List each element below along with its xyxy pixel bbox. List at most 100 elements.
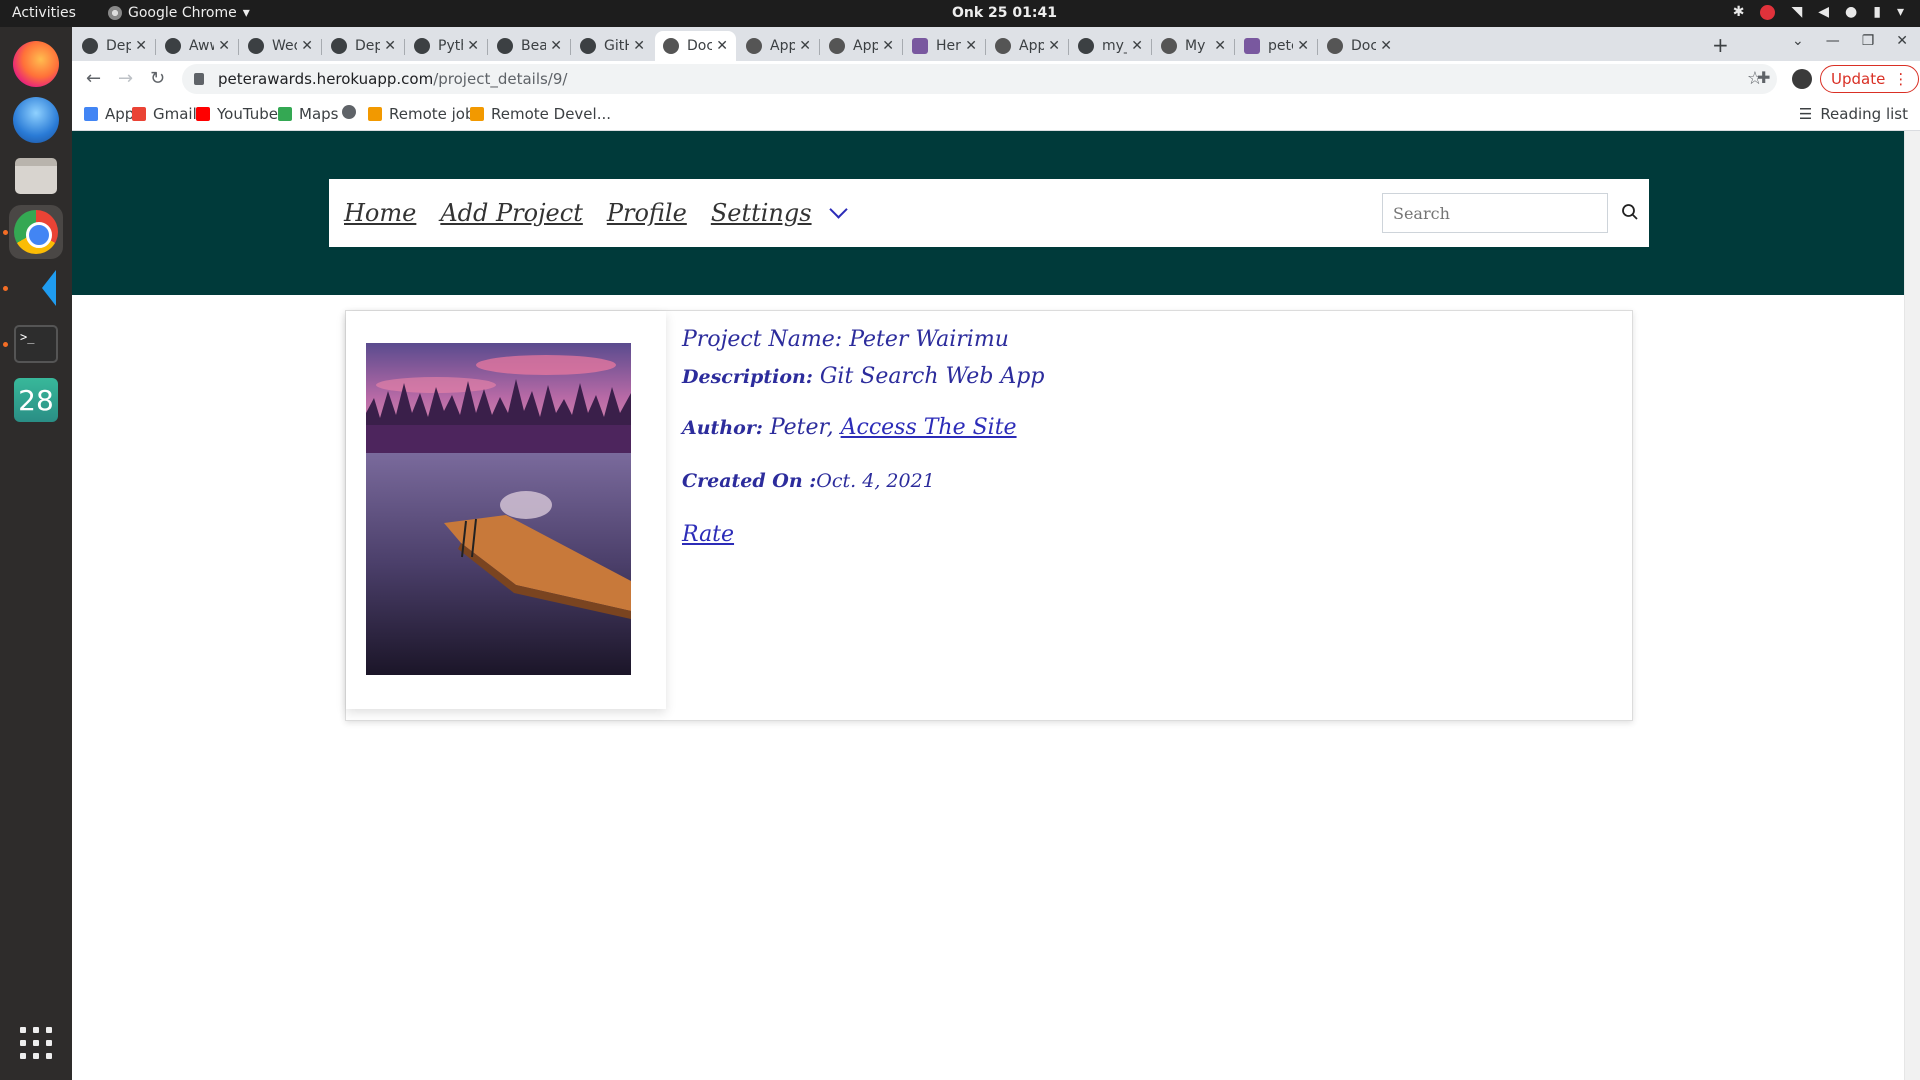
close-tab-icon[interactable]: ✕ (1131, 38, 1143, 54)
close-tab-icon[interactable]: ✕ (301, 38, 313, 54)
dock-vscode[interactable] (9, 261, 63, 315)
browser-tab[interactable]: Awwa✕ (157, 31, 238, 61)
forward-arrow-icon[interactable]: → (118, 68, 133, 89)
clock[interactable]: Onk 25 01:41 (952, 5, 1057, 21)
close-tab-icon[interactable]: ✕ (1048, 38, 1060, 54)
close-window-button[interactable]: ✕ (1896, 33, 1908, 49)
browser-tab[interactable]: Appli✕ (821, 31, 902, 61)
rate-link[interactable]: Rate (682, 522, 734, 547)
slack-icon[interactable]: ✱ (1733, 4, 1745, 20)
browser-tab[interactable]: Docu✕ (1319, 31, 1400, 61)
battery-icon[interactable]: ▮ (1873, 4, 1881, 20)
close-tab-icon[interactable]: ✕ (467, 38, 479, 54)
browser-tab[interactable]: GitHu✕ (572, 31, 653, 61)
bookmark-label: Maps (299, 105, 339, 123)
avatar[interactable] (1792, 69, 1812, 89)
browser-tab[interactable]: Beaut✕ (489, 31, 570, 61)
nav-profile-link[interactable]: Profile (607, 199, 687, 227)
project-name: Project Name: Peter Wairimu (682, 327, 1044, 352)
power-menu-icon[interactable]: ▾ (1897, 4, 1904, 20)
show-applications-button[interactable] (20, 1027, 52, 1059)
close-tab-icon[interactable]: ✕ (965, 38, 977, 54)
extensions-puzzle-icon[interactable]: ✚ (1757, 68, 1770, 87)
nav-settings-link[interactable]: Settings (711, 199, 812, 227)
browser-tab[interactable]: Deplo✕ (323, 31, 404, 61)
system-tray[interactable]: ✱ ◥ ◀ ● ▮ ▾ (1733, 4, 1904, 20)
close-tab-icon[interactable]: ✕ (1297, 38, 1309, 54)
dock-chrome[interactable] (9, 205, 63, 259)
created-label: Created On : (682, 470, 817, 492)
browser-tab[interactable]: peter✕ (1236, 31, 1317, 61)
wifi-icon[interactable]: ◥ (1791, 4, 1802, 20)
dock-files[interactable] (9, 149, 63, 203)
firefox-icon (13, 41, 59, 87)
bookmark-item[interactable]: Gmail (132, 105, 197, 123)
created-value: Oct. 4, 2021 (816, 470, 935, 492)
browser-tab[interactable]: Pytho✕ (406, 31, 487, 61)
close-tab-icon[interactable]: ✕ (384, 38, 396, 54)
dock-terminal[interactable]: >_ (9, 317, 63, 371)
nav-add-project-link[interactable]: Add Project (440, 199, 583, 227)
access-site-link[interactable]: Access The Site (841, 415, 1017, 440)
browser-tab[interactable]: Deplo✕ (74, 31, 155, 61)
close-tab-icon[interactable]: ✕ (1380, 38, 1392, 54)
browser-tab[interactable]: my_p✕ (1070, 31, 1151, 61)
bookmark-item[interactable]: Remote jobs (368, 105, 482, 123)
tab-separator (404, 39, 405, 55)
dock-firefox[interactable] (9, 37, 63, 91)
dock-thunderbird[interactable] (9, 93, 63, 147)
browser-tab[interactable]: Appli✕ (738, 31, 819, 61)
close-tab-icon[interactable]: ✕ (799, 38, 811, 54)
browser-tab[interactable]: Herol✕ (904, 31, 985, 61)
bookmark-icon (497, 38, 513, 54)
tab-search-icon[interactable]: ⌄ (1792, 33, 1804, 49)
thunderbird-icon (13, 97, 59, 143)
project-created-date: Created On :Oct. 4, 2021 (682, 470, 1044, 492)
address-bar[interactable]: peterawards.herokuapp.com/project_detail… (182, 64, 1777, 94)
browser-tab[interactable]: Appli✕ (987, 31, 1068, 61)
dock-calendar[interactable]: 28 (9, 373, 63, 427)
files-icon (15, 158, 57, 194)
close-tab-icon[interactable]: ✕ (716, 38, 728, 54)
nav-home-link[interactable]: Home (344, 199, 416, 227)
minimize-button[interactable]: — (1826, 33, 1840, 49)
do-not-disturb-icon[interactable] (1760, 4, 1776, 20)
back-arrow-icon[interactable]: ← (86, 68, 101, 89)
browser-tab[interactable]: Docu✕ (655, 31, 736, 61)
close-tab-icon[interactable]: ✕ (550, 38, 562, 54)
update-button[interactable]: Update ⋮ (1820, 65, 1920, 93)
bookmark-item[interactable]: Maps (278, 105, 338, 123)
bookmark-label: YouTube (217, 105, 278, 123)
activities-button[interactable]: Activities (12, 5, 76, 21)
web-page: Home Add Project Profile Settings Search… (72, 131, 1904, 1080)
github-icon (82, 38, 98, 54)
browser-tab[interactable]: Wedn✕ (240, 31, 321, 61)
volume-icon[interactable]: ◀ (1818, 4, 1829, 20)
search-icon[interactable] (1621, 203, 1639, 221)
page-scrollbar[interactable] (1904, 131, 1920, 1080)
close-tab-icon[interactable]: ✕ (1214, 38, 1226, 54)
bookmark-item[interactable] (342, 105, 356, 119)
project-description: Description: Git Search Web App (682, 364, 1044, 389)
navbar: Home Add Project Profile Settings (329, 179, 1649, 247)
search-input[interactable] (1382, 193, 1608, 233)
reload-icon[interactable]: ↻ (150, 68, 165, 89)
browser-tab[interactable]: My po✕ (1153, 31, 1234, 61)
browser-toolbar: ← → ↻ peterawards.herokuapp.com/project_… (72, 61, 1920, 97)
chevron-down-icon[interactable] (828, 199, 848, 219)
close-tab-icon[interactable]: ✕ (218, 38, 230, 54)
close-tab-icon[interactable]: ✕ (633, 38, 645, 54)
close-tab-icon[interactable]: ✕ (882, 38, 894, 54)
tab-title: Deplo (355, 38, 381, 54)
microphone-icon[interactable]: ● (1845, 4, 1857, 20)
bookmark-item[interactable]: Remote Devel... (470, 105, 611, 123)
apps-grid-icon (84, 107, 98, 121)
tab-title: Beaut (521, 38, 547, 54)
app-menu[interactable]: Google Chrome ▾ (108, 5, 250, 21)
close-tab-icon[interactable]: ✕ (135, 38, 147, 54)
bookmark-item[interactable]: YouTube (196, 105, 278, 123)
new-tab-button[interactable]: + (1712, 33, 1729, 57)
reading-list-button[interactable]: ☰ Reading list (1799, 105, 1908, 123)
tab-separator (902, 39, 903, 55)
maximize-button[interactable]: ❐ (1862, 33, 1875, 49)
